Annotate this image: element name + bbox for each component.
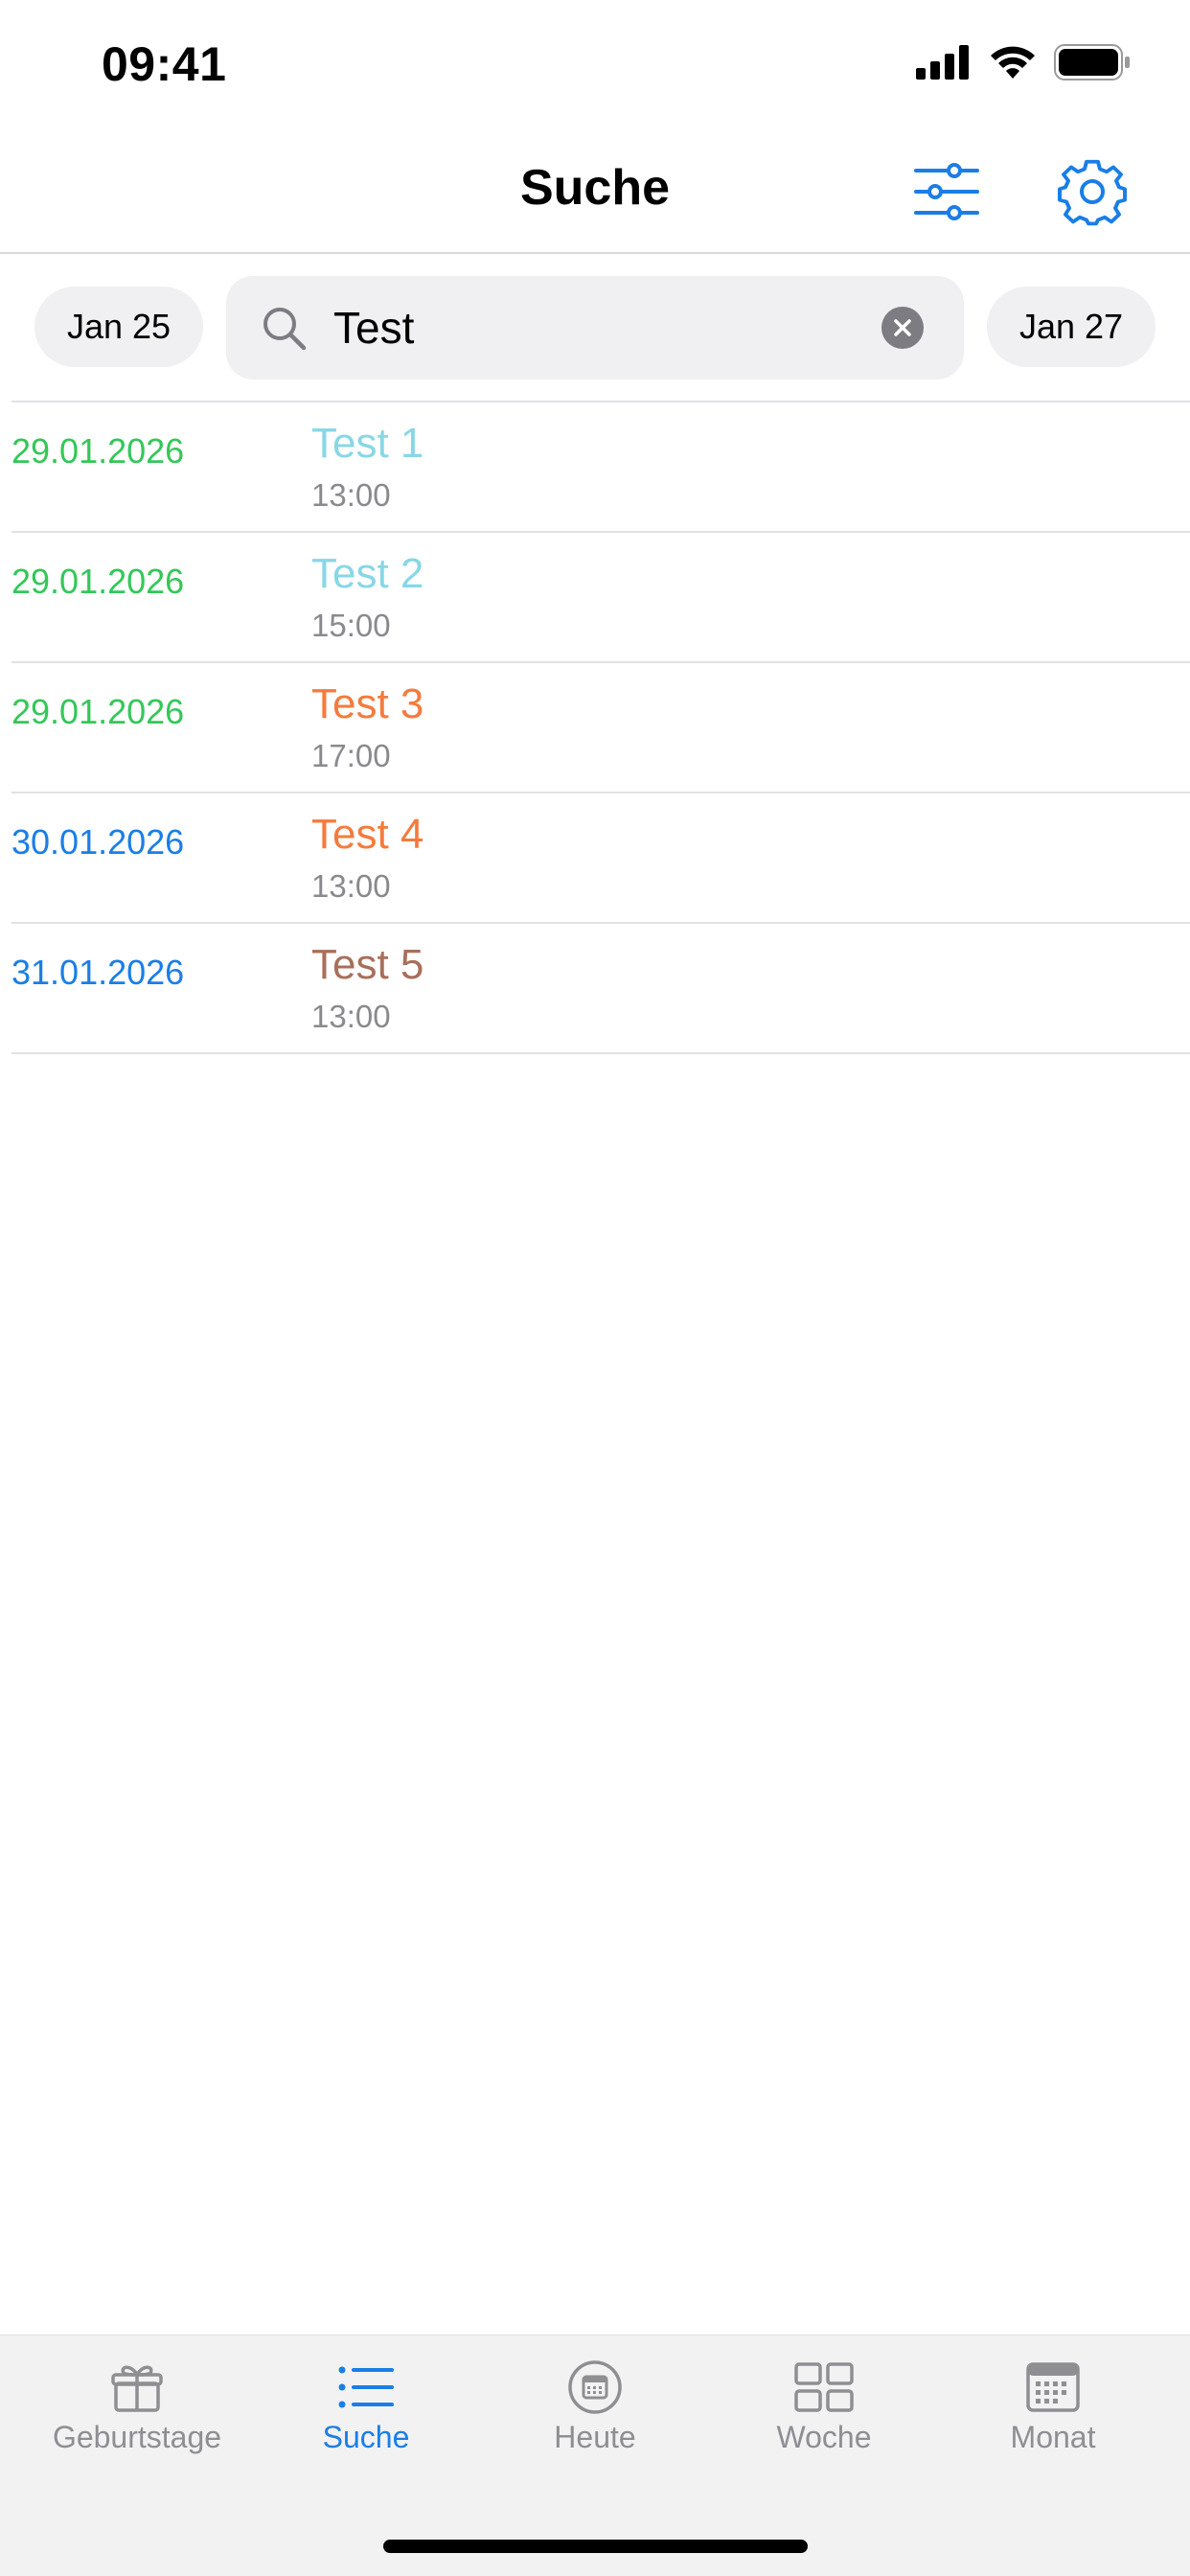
navigation-bar: Suche: [0, 126, 1190, 254]
event-date: 31.01.2026: [11, 953, 185, 992]
status-time: 09:41: [102, 37, 227, 91]
search-input[interactable]: [333, 299, 812, 356]
tab-label: Heute: [554, 2420, 636, 2454]
search-field[interactable]: [226, 276, 964, 380]
event-time: 17:00: [311, 738, 391, 773]
event-title: Test 4: [311, 811, 424, 858]
event-time: 15:00: [311, 608, 391, 643]
tab-label: Woche: [776, 2420, 872, 2454]
filter-sliders-icon: [914, 163, 979, 220]
week-grid-icon: [794, 2362, 854, 2412]
tab-monat[interactable]: Monat: [938, 2357, 1168, 2472]
settings-button[interactable]: [1054, 153, 1131, 230]
close-icon: [894, 319, 911, 336]
tab-label: Monat: [1010, 2420, 1096, 2454]
search-results-list: 29.01.2026 Test 1 13:00 29.01.2026 Test …: [11, 401, 1190, 1054]
tab-label: Geburtstage: [52, 2420, 222, 2454]
clear-search-button[interactable]: [881, 307, 924, 349]
tab-label: Suche: [322, 2420, 410, 2454]
event-title: Test 1: [311, 420, 424, 467]
event-title: Test 2: [311, 550, 424, 597]
signal-icon: [916, 45, 969, 80]
event-date: 30.01.2026: [11, 822, 185, 862]
filter-button[interactable]: [908, 153, 985, 230]
tab-geburtstage[interactable]: Geburtstage: [22, 2357, 252, 2472]
list-item[interactable]: 31.01.2026 Test 5 13:00: [11, 924, 1190, 1054]
search-icon: [263, 308, 307, 351]
event-title: Test 3: [311, 680, 424, 727]
list-item[interactable]: 30.01.2026 Test 4 13:00: [11, 794, 1190, 924]
tab-heute[interactable]: Heute: [480, 2357, 710, 2472]
event-time: 13:00: [311, 477, 391, 513]
next-date-button[interactable]: Jan 27: [987, 287, 1156, 367]
gear-icon: [1058, 159, 1127, 226]
tab-suche[interactable]: Suche: [251, 2357, 481, 2472]
event-date: 29.01.2026: [11, 692, 185, 731]
wifi-icon: [991, 46, 1035, 79]
page-title: Suche: [519, 160, 671, 216]
home-indicator: [383, 2540, 808, 2553]
status-icons: [916, 44, 1131, 80]
search-row: Jan 25 Jan 27: [0, 276, 1190, 380]
month-calendar-icon: [1026, 2362, 1080, 2412]
event-date: 29.01.2026: [11, 431, 185, 471]
event-title: Test 5: [311, 941, 424, 988]
event-time: 13:00: [311, 999, 391, 1034]
battery-icon: [1054, 44, 1130, 80]
list-item[interactable]: 29.01.2026 Test 2 15:00: [11, 533, 1190, 663]
list-icon: [338, 2366, 394, 2408]
event-time: 13:00: [311, 868, 391, 904]
event-date: 29.01.2026: [11, 562, 185, 601]
today-calendar-icon: [568, 2360, 622, 2414]
list-item[interactable]: 29.01.2026 Test 1 13:00: [11, 402, 1190, 533]
previous-date-button[interactable]: Jan 25: [34, 287, 203, 367]
list-item[interactable]: 29.01.2026 Test 3 17:00: [11, 663, 1190, 794]
gift-icon: [111, 2365, 163, 2412]
tab-woche[interactable]: Woche: [709, 2357, 939, 2472]
status-bar: 09:41: [0, 0, 1190, 126]
